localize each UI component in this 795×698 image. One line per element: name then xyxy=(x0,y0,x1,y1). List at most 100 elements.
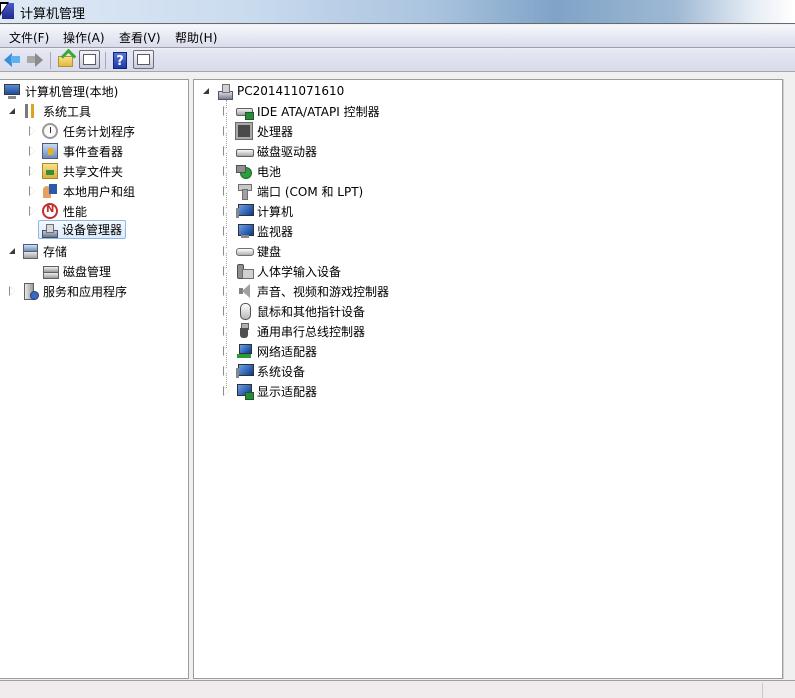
tree-label: 服务和应用程序 xyxy=(43,284,128,299)
tree-label: 存储 xyxy=(43,244,68,259)
device-manager-icon xyxy=(41,222,58,238)
collapsed-triangle-icon[interactable] xyxy=(222,166,232,176)
tree-label: 鼠标和其他指针设备 xyxy=(257,304,366,319)
tree-item-storage[interactable]: 存储 xyxy=(8,241,67,261)
device-tree-pane[interactable]: PC201411071610 IDE ATA/ATAPI 控制器 处理器磁盘驱动器… xyxy=(193,79,783,679)
collapsed-triangle-icon[interactable] xyxy=(222,366,232,376)
computer-management-icon xyxy=(4,84,20,99)
collapsed-triangle-icon[interactable] xyxy=(222,266,232,276)
window-right-edge xyxy=(783,79,795,679)
collapsed-triangle-icon[interactable] xyxy=(222,326,232,336)
device-category-item[interactable]: 端口 (COM 和 LPT) xyxy=(222,181,363,201)
collapsed-triangle-icon[interactable] xyxy=(222,286,232,296)
device-category-item[interactable]: 处理器 xyxy=(222,121,293,141)
menu-help[interactable]: 帮助(H) xyxy=(175,29,217,46)
device-category-item[interactable]: 显示适配器 xyxy=(222,381,317,401)
status-bar xyxy=(0,680,795,698)
device-category-item[interactable]: 声音、视频和游戏控制器 xyxy=(222,281,389,301)
tree-label: 端口 (COM 和 LPT) xyxy=(257,184,364,199)
tree-label: 电池 xyxy=(257,164,282,179)
sound-icon xyxy=(236,283,252,299)
console-tree-pane[interactable]: 计算机管理(本地) 系统工具 任务计划程序 事件查看器 共享文件夹 本地用户和组… xyxy=(0,79,189,679)
tree-label: 网络适配器 xyxy=(257,344,318,359)
device-category-item[interactable]: IDE ATA/ATAPI 控制器 xyxy=(222,101,380,121)
status-bar-divider xyxy=(762,683,763,698)
help-icon: ? xyxy=(113,52,127,69)
collapsed-triangle-icon[interactable] xyxy=(222,206,232,216)
pc-icon xyxy=(216,83,233,100)
tree-label: 本地用户和组 xyxy=(63,184,136,199)
tree-root-computer-management[interactable]: 计算机管理(本地) xyxy=(4,81,118,101)
menu-view[interactable]: 查看(V) xyxy=(119,29,161,46)
action-pane-icon xyxy=(133,50,154,69)
mouse-cursor-icon xyxy=(0,2,9,16)
collapsed-triangle-icon[interactable] xyxy=(222,126,232,136)
collapsed-triangle-icon[interactable] xyxy=(28,146,38,156)
tree-item-task-scheduler[interactable]: 任务计划程序 xyxy=(28,121,135,141)
menu-file[interactable]: 文件(F) xyxy=(9,29,49,46)
device-category-item[interactable]: 键盘 xyxy=(222,241,281,261)
expand-triangle-icon[interactable] xyxy=(8,106,18,116)
performance-icon xyxy=(42,203,58,219)
tree-label: 监视器 xyxy=(257,224,294,239)
collapsed-triangle-icon[interactable] xyxy=(222,386,232,396)
tree-label: 设备管理器 xyxy=(62,223,123,237)
processor-icon xyxy=(235,122,253,140)
tree-item-shared-folders[interactable]: 共享文件夹 xyxy=(28,161,123,181)
collapsed-triangle-icon[interactable] xyxy=(28,166,38,176)
expand-triangle-icon[interactable] xyxy=(8,246,18,256)
tree-item-event-viewer[interactable]: 事件查看器 xyxy=(28,141,123,161)
collapsed-triangle-icon[interactable] xyxy=(28,206,38,216)
collapsed-triangle-icon[interactable] xyxy=(222,186,232,196)
device-category-item[interactable]: 电池 xyxy=(222,161,281,181)
disk-drive-icon xyxy=(236,143,254,159)
up-one-level-button[interactable] xyxy=(57,52,75,69)
users-icon xyxy=(42,183,58,199)
device-category-item[interactable]: 网络适配器 xyxy=(222,341,317,361)
clock-icon xyxy=(42,123,58,139)
tree-item-system-tools[interactable]: 系统工具 xyxy=(8,101,91,121)
expand-triangle-icon[interactable] xyxy=(202,86,212,96)
collapsed-triangle-icon[interactable] xyxy=(222,146,232,156)
display-adapter-icon xyxy=(236,383,254,400)
menu-action[interactable]: 操作(A) xyxy=(63,29,105,46)
tools-icon xyxy=(22,103,38,119)
forward-button[interactable] xyxy=(26,52,44,69)
console-tree-icon-inner xyxy=(83,54,96,65)
mouse-icon xyxy=(236,303,252,320)
hid-icon xyxy=(236,263,254,279)
collapsed-triangle-icon[interactable] xyxy=(28,186,38,196)
collapsed-triangle-icon[interactable] xyxy=(222,346,232,356)
device-category-item[interactable]: 磁盘驱动器 xyxy=(222,141,317,161)
tree-item-services-applications[interactable]: 服务和应用程序 xyxy=(8,281,127,301)
collapsed-triangle-icon[interactable] xyxy=(222,226,232,236)
collapsed-triangle-icon[interactable] xyxy=(28,126,38,136)
show-hide-console-tree-button[interactable] xyxy=(79,50,101,70)
collapsed-triangle-icon[interactable] xyxy=(222,306,232,316)
window-title: 计算机管理 xyxy=(20,7,86,22)
usb-icon xyxy=(236,323,252,339)
device-category-item[interactable]: 系统设备 xyxy=(222,361,305,381)
network-adapter-icon xyxy=(236,343,252,359)
battery-icon xyxy=(236,163,252,179)
tree-item-local-users-groups[interactable]: 本地用户和组 xyxy=(28,181,135,201)
tree-label: 磁盘驱动器 xyxy=(257,144,318,159)
tree-item-disk-management[interactable]: 磁盘管理 xyxy=(42,261,111,281)
device-category-item[interactable]: 监视器 xyxy=(222,221,293,241)
device-category-item[interactable]: 鼠标和其他指针设备 xyxy=(222,301,365,321)
tree-label: 事件查看器 xyxy=(63,144,124,159)
device-tree-root[interactable]: PC201411071610 xyxy=(202,81,344,101)
device-category-item[interactable]: 人体学输入设备 xyxy=(222,261,341,281)
ide-controller-icon xyxy=(236,103,254,120)
tree-item-performance[interactable]: 性能 xyxy=(28,201,87,221)
help-button[interactable]: ? xyxy=(111,52,129,69)
collapsed-triangle-icon[interactable] xyxy=(222,246,232,256)
storage-icon xyxy=(22,243,38,259)
tree-item-device-manager[interactable]: 设备管理器 xyxy=(38,220,127,239)
device-category-item[interactable]: 计算机 xyxy=(222,201,293,221)
show-hide-action-pane-button[interactable] xyxy=(133,50,155,70)
collapsed-triangle-icon[interactable] xyxy=(8,286,18,296)
back-button[interactable] xyxy=(4,52,22,69)
collapsed-triangle-icon[interactable] xyxy=(222,106,232,116)
device-category-item[interactable]: 通用串行总线控制器 xyxy=(222,321,365,341)
